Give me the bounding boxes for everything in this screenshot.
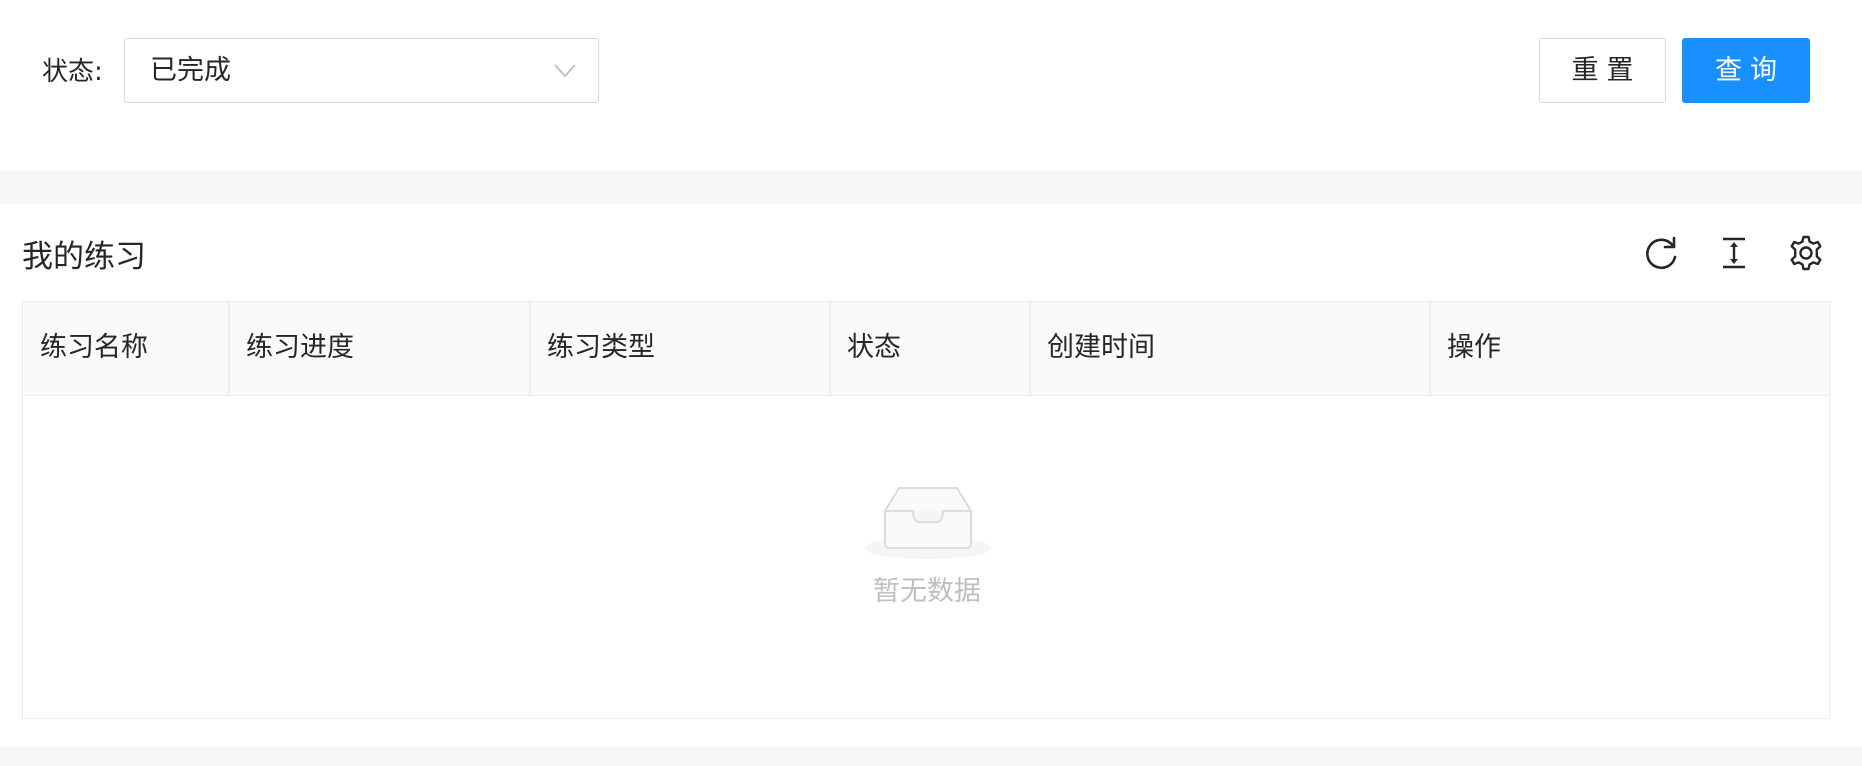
table-empty-state: 暂无数据 (23, 396, 1829, 718)
query-button[interactable]: 查询 (1682, 38, 1810, 103)
reset-button[interactable]: 重置 (1539, 38, 1666, 103)
column-header-progress: 练习进度 (246, 332, 354, 363)
search-panel: 状态: 已完成 重置 查询 (0, 0, 1862, 171)
column-header-created-time: 创建时间 (1047, 332, 1155, 363)
status-filter-label: 状态: (42, 57, 103, 87)
column-header-type: 练习类型 (547, 332, 655, 363)
chevron-down-icon (554, 63, 576, 78)
setting-icon[interactable] (1786, 233, 1826, 273)
column-header-name: 练习名称 (40, 332, 148, 363)
empty-text: 暂无数据 (873, 576, 981, 607)
exercise-table: 练习名称 练习进度 练习类型 状态 创建时间 操作 暂无数据 (22, 301, 1830, 719)
card-title: 我的练习 (22, 239, 146, 275)
status-select-value: 已完成 (150, 55, 231, 86)
column-height-icon[interactable] (1714, 233, 1754, 273)
table-header: 练习名称 练习进度 练习类型 状态 创建时间 操作 (23, 302, 1829, 396)
column-header-actions: 操作 (1447, 332, 1501, 363)
exercise-table-card: 我的练习 练习名称 练习进度 练习类型 状态 创建时间 操作 暂无数据 (0, 204, 1862, 747)
empty-inbox-icon (863, 476, 993, 560)
status-select[interactable]: 已完成 (124, 38, 599, 103)
column-header-status: 状态 (847, 332, 901, 363)
reload-icon[interactable] (1642, 233, 1682, 273)
